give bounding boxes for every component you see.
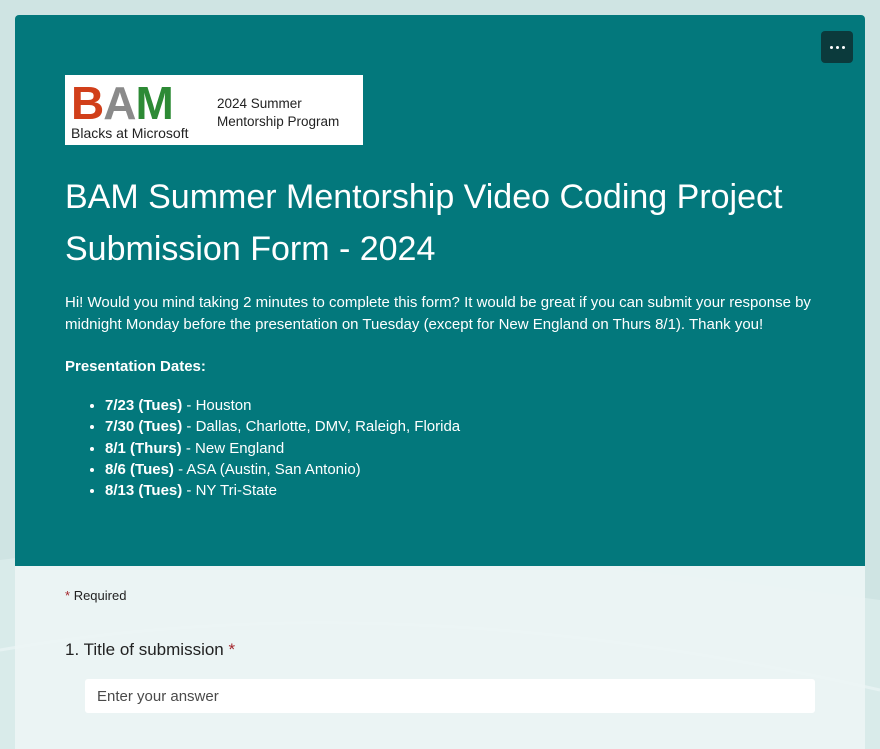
form-title: BAM Summer Mentorship Video Coding Proje… — [65, 178, 783, 268]
more-options-button[interactable] — [821, 31, 853, 63]
presentation-dates-heading: Presentation Dates: — [65, 358, 206, 375]
form-card: BAM Blacks at Microsoft 2024 Summer Ment… — [15, 15, 865, 749]
logo-program-name: 2024 Summer Mentorship Program — [217, 96, 340, 129]
title-answer-input[interactable] — [85, 679, 815, 713]
date-item: 8/6 (Tues) - ASA (Austin, San Antonio) — [105, 459, 460, 480]
form-header: BAM Blacks at Microsoft 2024 Summer Ment… — [15, 15, 865, 566]
required-note: * Required — [65, 588, 126, 603]
question-number: 1. — [65, 640, 80, 659]
logo-wordmark: BAM — [71, 77, 174, 129]
form-body: * Required 1. Title of submission * — [15, 566, 865, 749]
date-item: 8/13 (Tues) - NY Tri-State — [105, 480, 460, 501]
form-description: Hi! Would you mind taking 2 minutes to c… — [65, 294, 811, 333]
required-star: * — [65, 588, 71, 603]
question-text: Title of submission — [83, 640, 224, 659]
date-item: 7/23 (Tues) - Houston — [105, 395, 460, 416]
presentation-dates-list: 7/23 (Tues) - Houston 7/30 (Tues) - Dall… — [65, 395, 460, 501]
date-item: 8/1 (Thurs) - New England — [105, 438, 460, 459]
ellipsis-icon — [828, 45, 846, 49]
required-star: * — [228, 640, 236, 659]
logo-subtitle: Blacks at Microsoft — [71, 125, 189, 141]
date-item: 7/30 (Tues) - Dallas, Charlotte, DMV, Ra… — [105, 416, 460, 437]
bam-logo: BAM Blacks at Microsoft 2024 Summer Ment… — [65, 75, 363, 145]
question-1-label: 1. Title of submission * — [65, 640, 235, 660]
required-label: Required — [73, 588, 127, 603]
